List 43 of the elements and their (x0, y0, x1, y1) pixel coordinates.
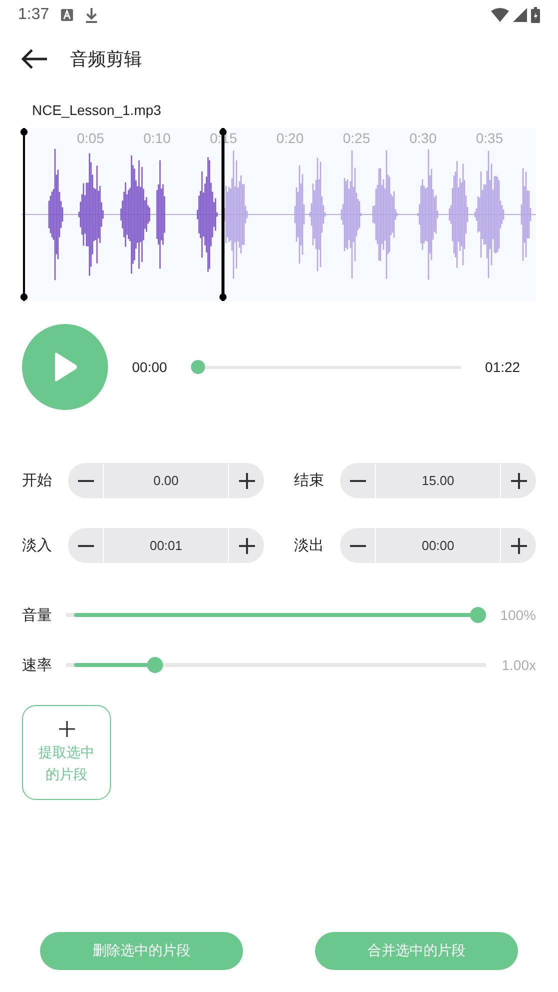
time-tick: 0:10 (143, 130, 171, 146)
minus-icon (76, 544, 94, 548)
total-time: 01:22 (485, 359, 520, 375)
plus-icon (510, 536, 528, 554)
file-name: NCE_Lesson_1.mp3 (32, 102, 162, 120)
download-icon (85, 8, 98, 22)
time-tick: 0:25 (342, 130, 370, 146)
battery-icon (531, 7, 540, 23)
minus-icon (76, 478, 94, 482)
current-time: 00:00 (132, 359, 168, 375)
stepper-value[interactable]: 00:01 (103, 528, 229, 563)
stepper-label: 淡入 (22, 536, 53, 555)
play-icon (52, 352, 78, 382)
slider-thumb[interactable] (470, 607, 486, 623)
time-tick: 0:30 (409, 130, 437, 146)
wifi-icon (491, 8, 509, 22)
seek-thumb[interactable] (191, 360, 206, 374)
plus-icon (238, 472, 256, 490)
status-time: 1:37 (18, 6, 50, 24)
font-icon (61, 9, 74, 21)
minus-icon (348, 478, 366, 482)
stepper-label: 开始 (22, 471, 53, 490)
time-tick: 0:20 (276, 130, 304, 146)
stepper-value[interactable]: 0.00 (103, 463, 229, 498)
plus-icon (510, 472, 528, 490)
screen-title: 音频剪辑 (70, 48, 142, 71)
stepper-label: 结束 (294, 471, 325, 490)
selection-handle[interactable] (20, 128, 28, 301)
stepper-label: 淡出 (294, 536, 325, 555)
slider-reading: 100% (500, 607, 536, 623)
slider-thumb[interactable] (146, 657, 163, 673)
time-tick: 0:05 (76, 130, 104, 146)
slider-reading: 1.00x (502, 657, 536, 673)
slider-label: 速率 (22, 656, 53, 674)
slider-label: 音量 (22, 606, 53, 624)
plus-icon (238, 536, 256, 554)
time-tick: 0:35 (476, 130, 504, 146)
stepper-value[interactable]: 15.00 (375, 463, 501, 498)
minus-icon (348, 544, 366, 548)
signal-icon (513, 8, 527, 22)
stepper-value[interactable]: 00:00 (375, 528, 501, 563)
back-arrow-icon[interactable] (20, 48, 48, 70)
plus-icon (58, 720, 76, 738)
